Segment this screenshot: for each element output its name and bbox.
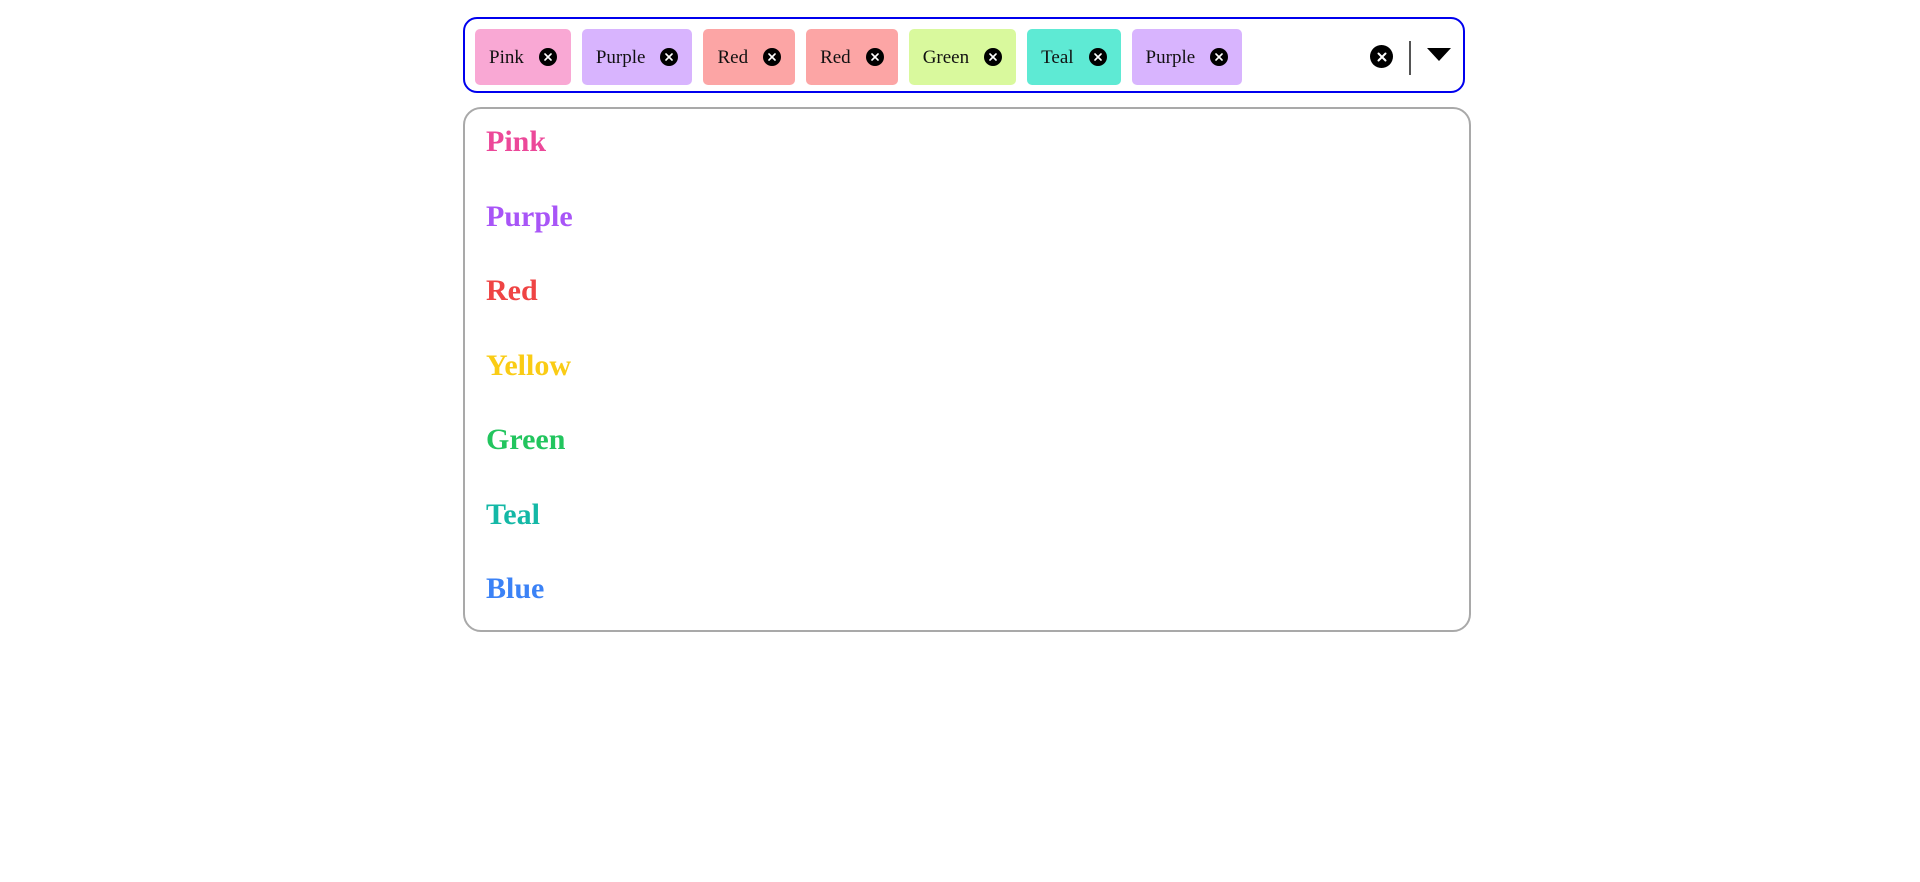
chip-label: Red (820, 46, 851, 68)
chip-label: Purple (1145, 46, 1196, 68)
multi-select-control[interactable]: Pink Purple Red Red Green Teal Purple (463, 17, 1465, 93)
chip-label: Red (717, 46, 749, 68)
selected-chip-teal: Teal (1027, 29, 1121, 85)
chip-label: Green (922, 46, 970, 68)
selected-chip-green: Green (908, 29, 1017, 85)
selected-chip-purple: Purple (581, 29, 693, 85)
menu-option-yellow[interactable]: Yellow (486, 350, 573, 426)
menu-option-red[interactable]: Red (486, 276, 573, 351)
options-list: Pink Purple Red Yellow Green Teal Blue (486, 127, 573, 649)
selected-chip-pink: Pink (475, 29, 571, 85)
chip-label: Teal (1041, 46, 1074, 68)
options-menu: Pink Purple Red Yellow Green Teal Blue (463, 107, 1471, 632)
selected-chips: Pink Purple Red Red Green Teal Purple (475, 29, 1253, 85)
selected-chip-red: Red (806, 29, 898, 85)
indicator-separator (1409, 41, 1411, 75)
selected-chip-purple: Purple (1131, 29, 1243, 85)
caret-down-icon[interactable] (1425, 44, 1453, 66)
menu-option-blue[interactable]: Blue (486, 574, 573, 649)
chip-label: Pink (489, 46, 524, 68)
clear-all-icon[interactable] (1370, 45, 1393, 68)
chip-remove-icon[interactable] (1088, 48, 1107, 66)
menu-option-pink[interactable]: Pink (486, 127, 573, 202)
chip-label: Purple (595, 46, 646, 68)
menu-option-purple[interactable]: Purple (486, 201, 573, 277)
menu-option-green[interactable]: Green (486, 425, 573, 500)
menu-option-teal[interactable]: Teal (486, 499, 573, 575)
chip-remove-icon[interactable] (660, 48, 679, 66)
chip-remove-icon[interactable] (538, 48, 557, 66)
chip-remove-icon[interactable] (984, 48, 1003, 66)
chip-remove-icon[interactable] (865, 48, 884, 66)
chip-remove-icon[interactable] (763, 48, 782, 66)
selected-chip-red: Red (703, 29, 796, 85)
chip-remove-icon[interactable] (1210, 48, 1229, 66)
